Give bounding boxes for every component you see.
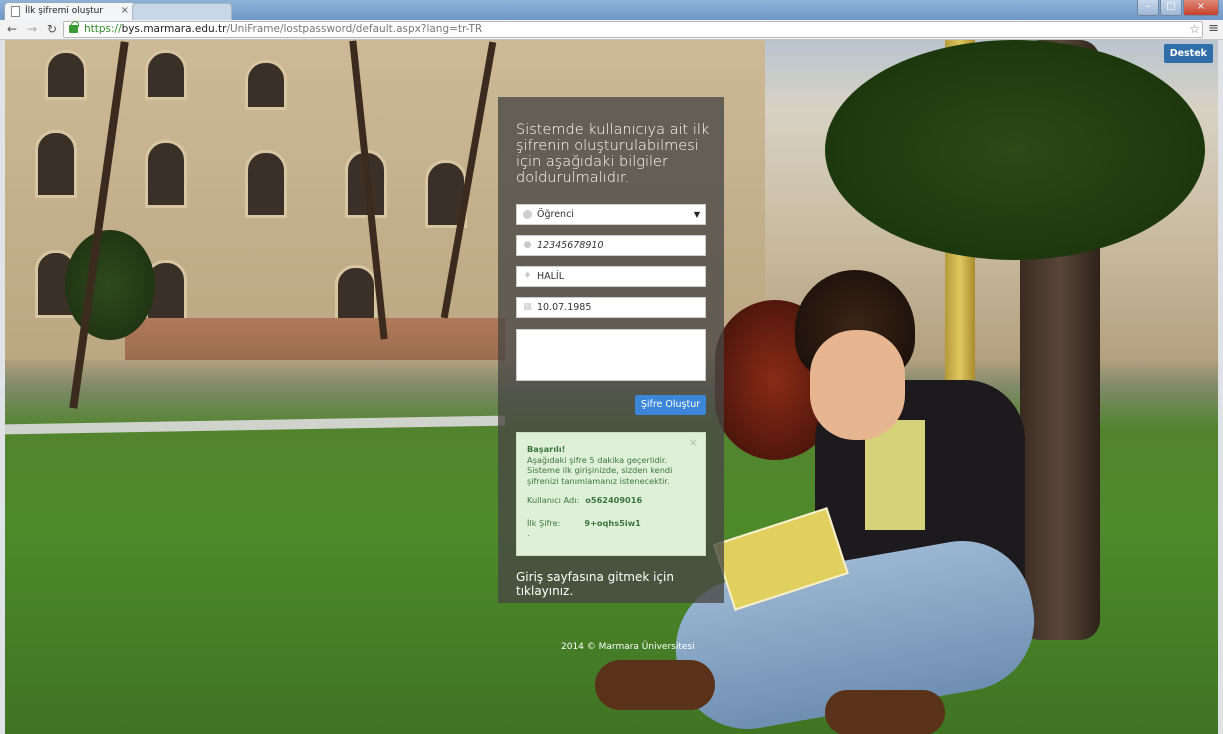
chevron-down-icon: ▼ bbox=[693, 210, 700, 219]
url-scheme: https:// bbox=[84, 23, 122, 35]
browser-tab-inactive[interactable] bbox=[132, 3, 232, 20]
id-number-value: 12345678910 bbox=[537, 240, 604, 251]
id-number-field[interactable]: ● 12345678910 bbox=[516, 235, 706, 256]
user-type-value: Öğrenci bbox=[537, 209, 574, 220]
address-bar[interactable]: https://bys.marmara.edu.tr/UniFrame/lost… bbox=[63, 21, 1203, 38]
success-alert: × Başarılı! Aşağıdaki şifre 5 dakika geç… bbox=[516, 432, 706, 556]
close-icon[interactable]: × bbox=[689, 437, 698, 449]
login-page-link[interactable]: Giriş sayfasına gitmek için tıklayınız. bbox=[516, 570, 724, 598]
page-icon bbox=[11, 6, 20, 17]
reload-icon[interactable]: ↻ bbox=[44, 22, 60, 36]
password-label: İlk Şifre: bbox=[527, 517, 561, 528]
success-line-1: Aşağıdaki şifre 5 dakika geçerlidir. bbox=[527, 454, 668, 465]
birth-date-value: 10.07.1985 bbox=[537, 302, 592, 313]
lock-icon bbox=[69, 21, 79, 33]
name-value: HALİL bbox=[537, 271, 565, 282]
form-heading: Sistemde kullanıcıya ait ilk şifrenin ol… bbox=[516, 122, 710, 186]
tab-title: İlk şifremi oluştur bbox=[25, 6, 104, 16]
username-label: Kullanıcı Adı: bbox=[527, 495, 580, 505]
star-icon[interactable]: ☆ bbox=[1189, 22, 1200, 37]
forward-icon[interactable]: → bbox=[24, 22, 40, 36]
username-row: Kullanıcı Adı: o562409016 bbox=[527, 495, 695, 506]
browser-tab[interactable]: İlk şifremi oluştur × bbox=[4, 2, 136, 20]
radio-icon bbox=[523, 210, 532, 219]
success-title: Başarılı! bbox=[527, 444, 566, 454]
browser-toolbar: ← → ↻ https://bys.marmara.edu.tr/UniFram… bbox=[0, 20, 1223, 40]
maximize-button[interactable]: □ bbox=[1160, 0, 1182, 16]
footer-copyright: 2014 © Marmara Üniversitesi bbox=[561, 642, 695, 652]
success-dot: . bbox=[527, 528, 530, 538]
success-line-2: Sisteme ilk girişinizde, sizden kendi şi… bbox=[527, 465, 673, 486]
close-window-button[interactable]: × bbox=[1183, 0, 1219, 16]
page-background: Destek Sistemde kullanıcıya ait ilk şifr… bbox=[5, 40, 1218, 734]
create-password-button[interactable]: Şifre Oluştur bbox=[635, 395, 706, 415]
support-button[interactable]: Destek bbox=[1163, 44, 1213, 63]
user-type-select[interactable]: Öğrenci ▼ bbox=[516, 204, 706, 225]
tab-close-icon[interactable]: × bbox=[121, 5, 129, 16]
tree-canopy bbox=[825, 40, 1205, 260]
garden-path bbox=[5, 415, 505, 435]
url-path: /UniFrame/lostpassword/default.aspx?lang… bbox=[226, 23, 483, 35]
url-host: bys.marmara.edu.tr bbox=[121, 23, 227, 35]
password-row: İlk Şifre: 9+oqhs5iw1 bbox=[527, 518, 695, 529]
window-titlebar: İlk şifremi oluştur × – □ × bbox=[0, 0, 1223, 20]
person-icon: ♦ bbox=[523, 271, 532, 281]
calendar-icon: ▦ bbox=[523, 302, 532, 312]
birth-date-field[interactable]: ▦ 10.07.1985 bbox=[516, 297, 706, 318]
name-field[interactable]: ♦ HALİL bbox=[516, 266, 706, 287]
tree-foliage bbox=[65, 230, 155, 340]
password-value: 9+oqhs5iw1 bbox=[584, 517, 641, 528]
user-icon: ● bbox=[523, 240, 532, 250]
minimize-button[interactable]: – bbox=[1137, 0, 1159, 16]
window-controls: – □ × bbox=[1137, 0, 1219, 16]
brick-wall bbox=[125, 318, 505, 360]
back-icon[interactable]: ← bbox=[4, 22, 20, 36]
captcha-area[interactable] bbox=[516, 329, 706, 381]
menu-icon[interactable]: ≡ bbox=[1208, 21, 1219, 36]
username-value: o562409016 bbox=[585, 495, 643, 505]
password-form-panel: Sistemde kullanıcıya ait ilk şifrenin ol… bbox=[498, 97, 724, 603]
